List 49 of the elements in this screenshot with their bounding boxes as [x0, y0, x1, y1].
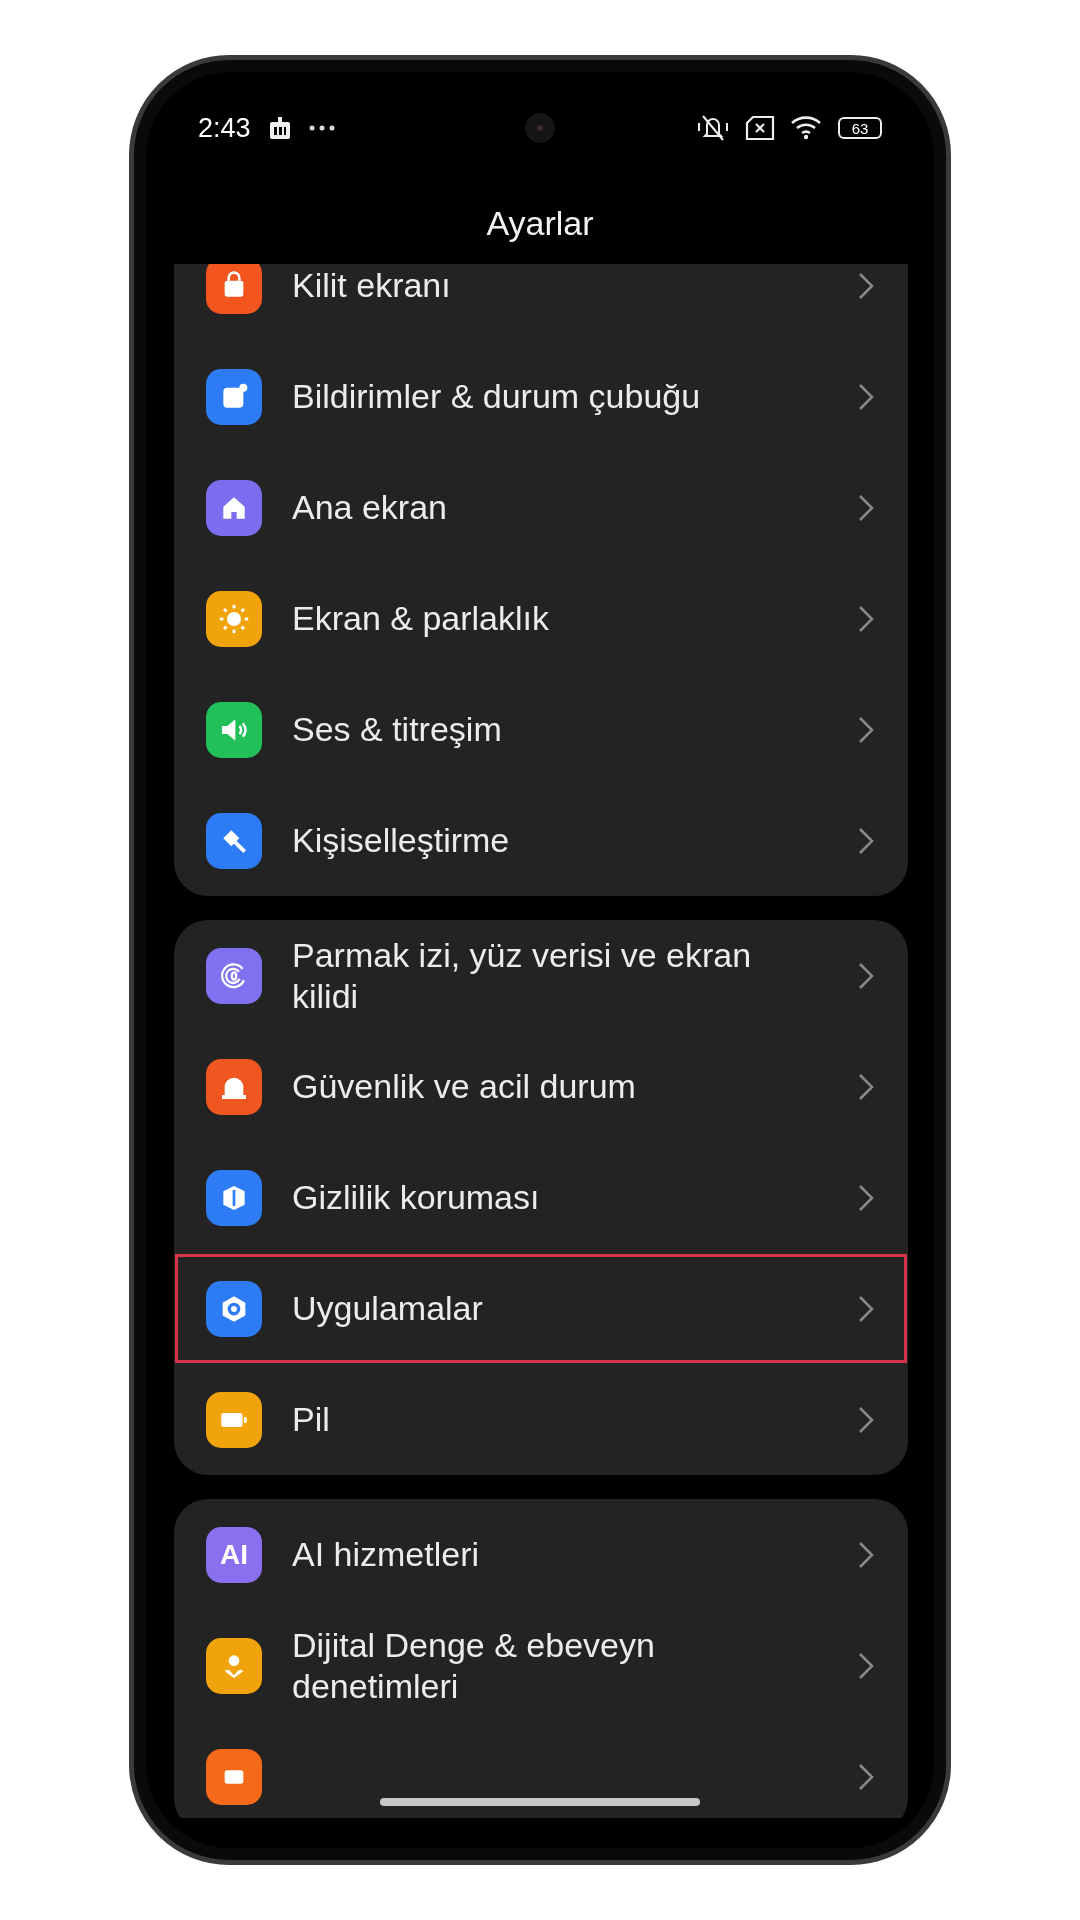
settings-row[interactable]: Dijital Denge & ebeveyn denetimleri [174, 1610, 908, 1721]
chevron-icon [858, 1762, 874, 1791]
chevron-icon [858, 604, 874, 633]
row-label: Dijital Denge & ebeveyn denetimleri [292, 1624, 656, 1707]
settings-row[interactable]: Uygulamalar [174, 1253, 908, 1364]
chevron-icon [858, 382, 874, 411]
chevron-icon [858, 493, 874, 522]
settings-row[interactable]: Pil [174, 1364, 908, 1475]
settings-row[interactable]: Ana ekran [174, 452, 908, 563]
chevron-icon [858, 961, 874, 990]
chevron-icon [858, 826, 874, 855]
row-label: Bildirimler & durum çubuğu [292, 376, 702, 417]
chevron-icon [858, 1072, 874, 1101]
settings-row[interactable]: Ses & titreşim [174, 674, 908, 785]
status-time: 2:43 [198, 112, 251, 144]
settings-row[interactable]: AI AI hizmetleri [174, 1499, 908, 1610]
more-icon [308, 125, 335, 131]
row-label: Ana ekran [292, 487, 448, 528]
settings-row[interactable]: Parmak izi, yüz verisi ve ekran kilidi [174, 920, 908, 1031]
settings-row[interactable]: Güvenlik ve acil durum [174, 1031, 908, 1142]
row-label: Gizlilik koruması [292, 1177, 541, 1218]
chevron-icon [858, 715, 874, 744]
row-label: AI hizmetleri [292, 1534, 481, 1575]
chevron-icon [858, 1540, 874, 1569]
row-label: Parmak izi, yüz verisi ve ekran kilidi [292, 934, 753, 1017]
chevron-icon [858, 1651, 874, 1680]
row-label: Kişiselleştirme [292, 820, 511, 861]
row-label: Uygulamalar [292, 1288, 484, 1329]
settings-row[interactable]: Bildirimler & durum çubuğu [174, 341, 908, 452]
screen-title: Ayarlar [486, 203, 594, 243]
settings-row[interactable]: Gizlilik koruması [174, 1142, 908, 1253]
settings-row[interactable]: Kişiselleştirme [174, 785, 908, 896]
row-label: Ses & titreşim [292, 709, 503, 750]
mi-icon [268, 116, 291, 140]
sim-card-icon [744, 115, 776, 141]
settings-row[interactable]: Ekran & parlaklık [174, 563, 908, 674]
row-label: Ekran & parlaklık [292, 598, 550, 639]
row-label: Kilit ekranı [292, 265, 452, 306]
row-label: Pil [292, 1399, 331, 1440]
chevron-icon [858, 1183, 874, 1212]
muted-bell-icon [696, 113, 730, 143]
ai-icon: AI [206, 1526, 262, 1583]
chevron-icon [858, 1294, 874, 1323]
row-label: Güvenlik ve acil durum [292, 1066, 637, 1107]
camera-icon [524, 112, 556, 144]
chevron-icon [858, 1405, 874, 1434]
battery-indicator: 63 [838, 117, 882, 139]
settings-row[interactable]: Kilit ekranı [174, 264, 908, 341]
chevron-icon [858, 271, 874, 300]
